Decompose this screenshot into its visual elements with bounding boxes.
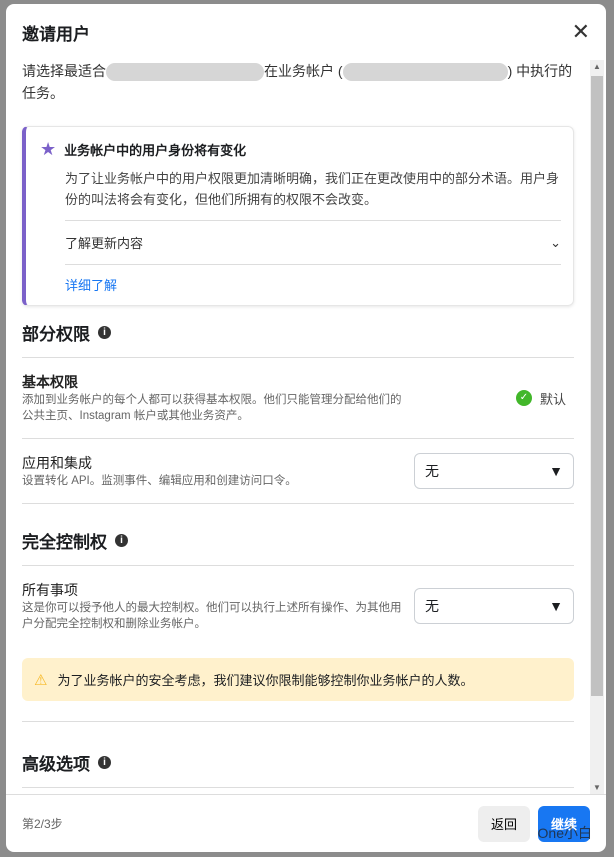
default-label: 默认 xyxy=(539,391,566,407)
redacted-user xyxy=(106,63,264,82)
dialog-footer: 第2/3步 返回 继续 xyxy=(6,794,606,852)
select-value: 无 xyxy=(425,598,439,614)
row-title: 所有事项 xyxy=(22,582,78,598)
warning-icon: ⚠ xyxy=(34,671,48,689)
info-icon[interactable]: i xyxy=(98,756,111,769)
row-title: 应用和集成 xyxy=(22,455,92,471)
notice-title: 业务帐户中的用户身份将有变化 xyxy=(64,143,247,158)
apps-integrations-row: 应用和集成 设置转化 API。监测事件、编辑应用和创建访问口令。 无 ▼ xyxy=(22,439,574,504)
notice-body: 为了让业务帐户中的用户权限更加清晰明确，我们正在更改使用中的部分术语。用户身份的… xyxy=(65,171,560,207)
dialog-header: 邀请用户 ✕ xyxy=(6,4,606,60)
security-warning: ⚠ 为了业务帐户的安全考虑，我们建议你限制能够控制你业务帐户的人数。 xyxy=(22,658,574,701)
full-control-select[interactable]: 无 ▼ xyxy=(414,588,574,624)
intro-text: 请选择最适合 在业务帐户 () 中执行的任务。 xyxy=(22,60,574,104)
scrollbar[interactable]: ▲ ▼ xyxy=(590,60,604,794)
chevron-down-icon: ⌄ xyxy=(550,234,561,250)
close-icon[interactable]: ✕ xyxy=(572,19,590,45)
intro-part: 请选择最适合 xyxy=(22,63,106,79)
row-title: 基本权限 xyxy=(22,374,78,390)
row-desc: 这是你可以授予他人的最大控制权。他们可以执行上述所有操作、为其他用户分配完全控制… xyxy=(22,602,402,630)
all-items-row: 所有事项这是你可以授予他人的最大控制权。他们可以执行上述所有操作、为其他用户分配… xyxy=(22,566,574,646)
select-value: 无 xyxy=(425,463,439,479)
heading-text: 部分权限 xyxy=(22,325,90,344)
dialog-title: 邀请用户 xyxy=(22,24,90,44)
info-icon[interactable]: i xyxy=(115,534,128,547)
heading-text: 完全控制权 xyxy=(22,533,107,552)
basic-permission-row: 基本权限添加到业务帐户的每个人都可以获得基本权限。他们只能管理分配给他们的公共主… xyxy=(22,358,574,439)
row-desc: 添加到业务帐户的每个人都可以获得基本权限。他们只能管理分配给他们的公共主页、In… xyxy=(22,394,402,422)
partial-permissions-heading: 部分权限 i xyxy=(22,306,574,358)
advanced-options-heading[interactable]: 高级选项 i xyxy=(22,721,574,788)
scroll-up-icon[interactable]: ▲ xyxy=(593,62,601,71)
invite-user-dialog: 邀请用户 ✕ 请选择最适合 在业务帐户 () 中执行的任务。 ★ 业务帐户中的用户身… xyxy=(6,4,606,852)
continue-button[interactable]: 继续 xyxy=(538,805,590,842)
scroll-down-icon[interactable]: ▼ xyxy=(593,783,601,792)
redacted-account xyxy=(342,63,508,82)
warning-text: 为了业务帐户的安全考虑，我们建议你限制能够控制你业务帐户的人数。 xyxy=(57,673,474,688)
learn-more-link[interactable]: 详细了解 xyxy=(65,265,561,297)
change-notice: ★ 业务帐户中的用户身份将有变化 为了让业务帐户中的用户权限更加清晰明确，我们正在… xyxy=(22,126,574,306)
accordion-label: 了解更新内容 xyxy=(65,236,144,251)
caret-down-icon: ▼ xyxy=(549,463,563,479)
row-desc: 设置转化 API。监测事件、编辑应用和创建访问口令。 xyxy=(22,475,297,487)
dialog-body: 请选择最适合 在业务帐户 () 中执行的任务。 ★ 业务帐户中的用户身份将有变化 为… xyxy=(6,60,590,794)
info-icon[interactable]: i xyxy=(98,326,111,339)
intro-part: 在业务帐户 ( xyxy=(264,63,343,79)
back-button[interactable]: 返回 xyxy=(478,805,530,842)
learn-updates-accordion[interactable]: 了解更新内容 ⌄ xyxy=(65,220,561,265)
step-indicator: 第2/3步 xyxy=(22,817,63,831)
star-icon: ★ xyxy=(40,139,57,159)
caret-down-icon: ▼ xyxy=(549,598,563,614)
scrollbar-thumb[interactable] xyxy=(591,76,603,696)
apps-permission-select[interactable]: 无 ▼ xyxy=(414,453,574,489)
full-control-heading: 完全控制权 i xyxy=(22,514,574,566)
check-circle-icon: ✓ xyxy=(515,390,532,406)
heading-text: 高级选项 xyxy=(22,755,90,774)
